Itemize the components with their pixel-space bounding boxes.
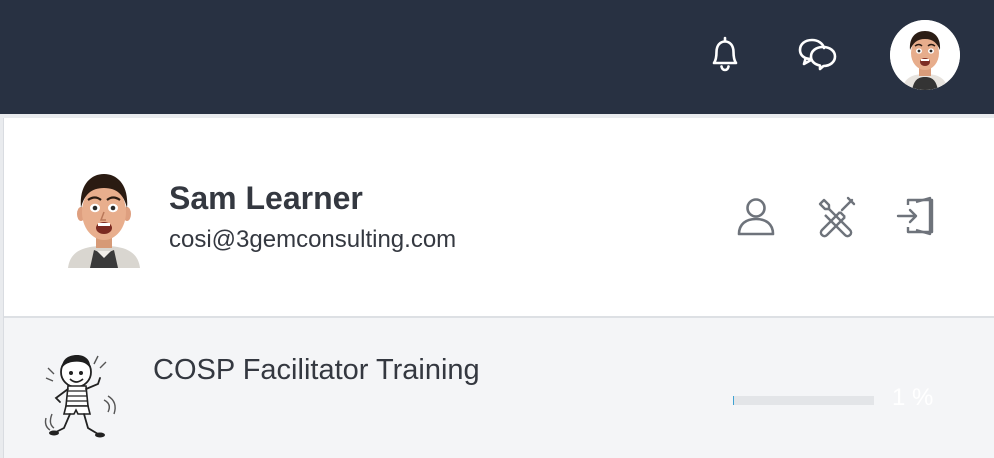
settings-button[interactable]: [812, 192, 860, 240]
messages-button[interactable]: [792, 30, 844, 80]
chat-bubbles-icon: [798, 38, 837, 71]
logout-button[interactable]: [892, 192, 940, 240]
bell-icon: [712, 36, 738, 72]
top-navbar: [0, 0, 994, 114]
user-email: cosi@3gemconsulting.com: [169, 226, 457, 253]
avatar: [890, 20, 960, 90]
person-icon: [737, 198, 775, 236]
course-progress-fill: [733, 396, 735, 405]
profile-button[interactable]: [732, 192, 780, 240]
user-dropdown: Sam Learner cosi@3gemconsulting.com COSP…: [3, 118, 994, 458]
course-title: COSP Facilitator Training: [153, 354, 480, 386]
user-photo: [64, 168, 144, 268]
course-thumbnail: [42, 348, 120, 444]
wrench-screwdriver-icon: [818, 196, 856, 238]
user-info-section: Sam Learner cosi@3gemconsulting.com: [4, 118, 994, 318]
course-progress-bar: [733, 396, 874, 405]
account-avatar-button[interactable]: [890, 20, 960, 90]
course-progress-text: 1 %: [892, 384, 934, 411]
user-name: Sam Learner: [169, 180, 363, 216]
notifications-button[interactable]: [700, 30, 750, 80]
course-row[interactable]: COSP Facilitator Training 1 %: [4, 318, 994, 458]
exit-door-icon: [896, 196, 934, 236]
